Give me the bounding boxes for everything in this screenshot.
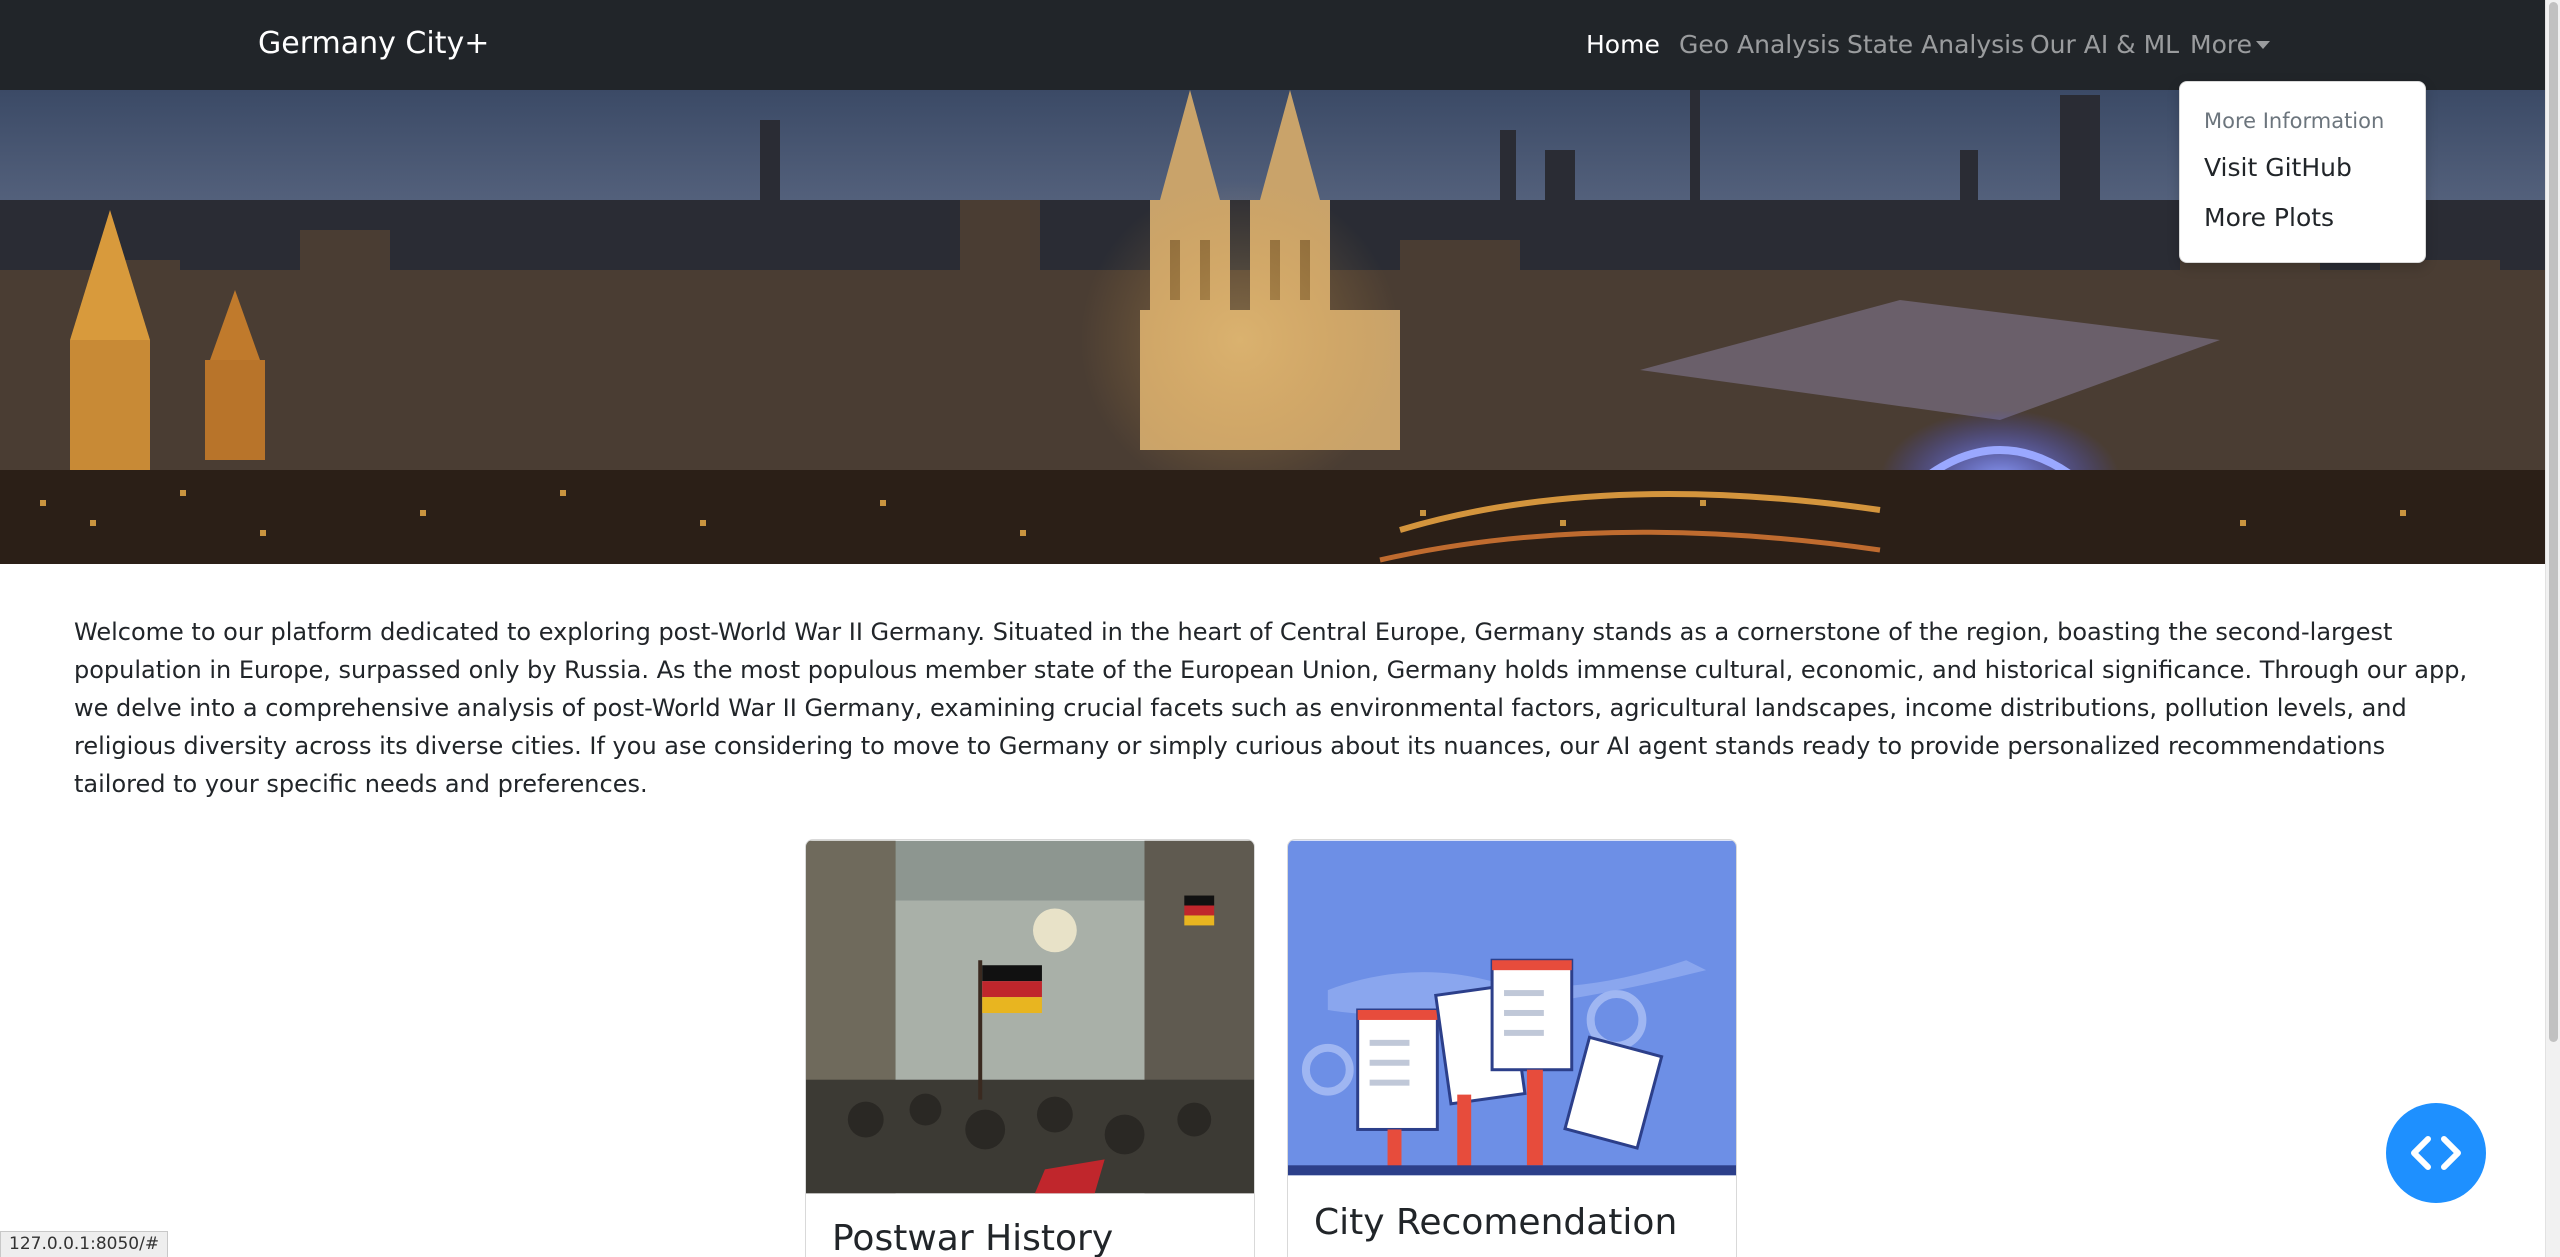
survey-illustration-image [1288, 840, 1736, 1176]
nav-more-dropdown[interactable]: More [2190, 30, 2270, 59]
dropdown-item-visit-github[interactable]: Visit GitHub [2204, 153, 2352, 182]
scrollbar-thumb[interactable] [2549, 2, 2558, 1042]
city-skyline-illustration [0, 90, 2545, 564]
dropdown-header: More Information [2204, 109, 2385, 133]
card-title-city-recomendation: City Recomendation [1314, 1202, 1678, 1243]
navbar: Germany City+ Home Geo Analysis State An… [0, 0, 2545, 90]
status-bar-url: 127.0.0.1:8050/# [0, 1231, 169, 1257]
hero-banner-image [0, 90, 2545, 564]
card-city-recomendation[interactable]: City Recomendation [1287, 839, 1737, 1257]
more-dropdown-menu: More Information Visit GitHub More Plots [2179, 81, 2426, 263]
intro-paragraph: Welcome to our platform dedicated to exp… [74, 618, 2468, 798]
nav-more-label: More [2190, 30, 2252, 59]
caret-down-icon [2255, 41, 2270, 49]
nav-home[interactable]: Home [1586, 30, 1660, 59]
card-title-postwar-history: Postwar History [832, 1218, 1114, 1257]
nav-ai-ml[interactable]: Our AI & ML [2030, 30, 2179, 59]
revolution-painting-image [806, 840, 1254, 1194]
card-postwar-history[interactable]: Postwar History [805, 839, 1255, 1257]
code-toggle-button[interactable] [2386, 1103, 2486, 1203]
nav-geo-analysis[interactable]: Geo Analysis [1679, 30, 1840, 59]
nav-state-analysis[interactable]: State Analysis [1847, 30, 2024, 59]
brand-link[interactable]: Germany City+ [258, 26, 489, 61]
code-brackets-icon [2411, 1136, 2461, 1170]
page-scrollbar[interactable] [2545, 0, 2560, 1257]
dropdown-item-more-plots[interactable]: More Plots [2204, 203, 2334, 232]
